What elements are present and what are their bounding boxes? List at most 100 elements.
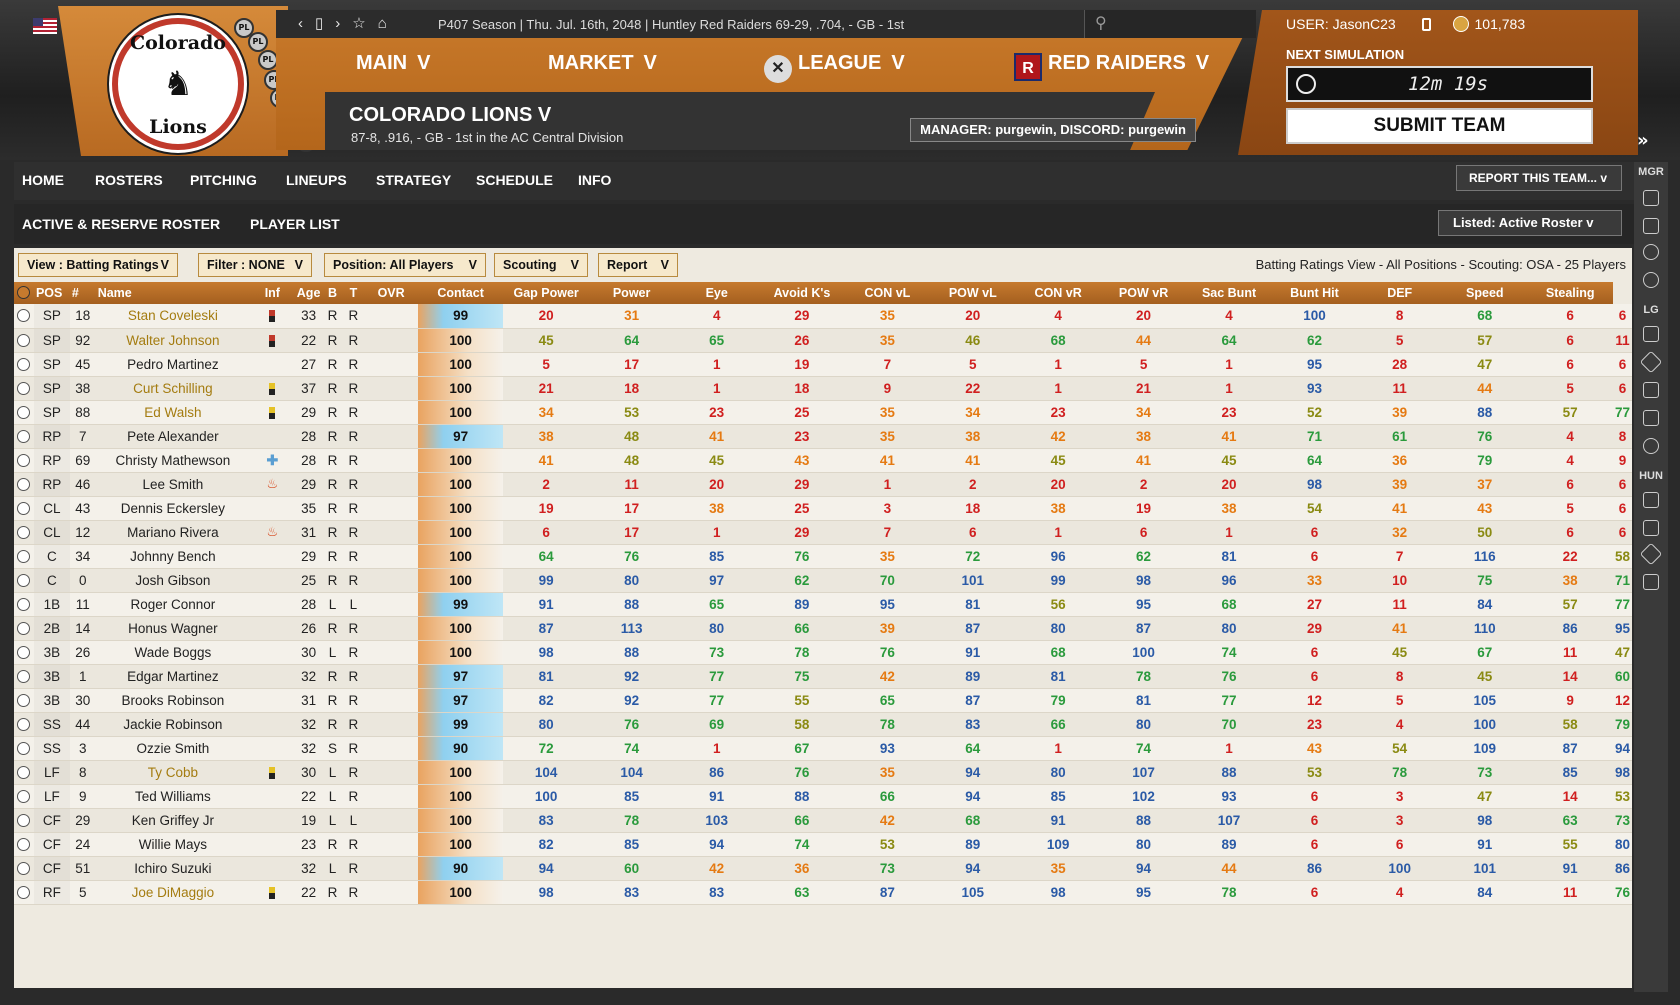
player-name-link[interactable]: Lee Smith [96,472,250,496]
table-row[interactable]: RF 5 Joe DiMaggio 22 R R 100 98 83 83 63 87 105 98 95 7… [14,880,1632,904]
player-name-link[interactable]: Ed Walsh [96,400,250,424]
news-icon[interactable] [1643,382,1659,398]
row-select-radio[interactable] [17,357,31,371]
row-select-radio[interactable] [17,645,31,659]
column-header[interactable]: Age [295,282,323,304]
row-select-radio[interactable] [17,309,31,323]
table-row[interactable]: SS 3 Ozzie Smith 32 S R 90 72 74 1 67 93 64 1 74 1 43 54 1… [14,736,1632,760]
fire-icon[interactable]: ♨ [267,476,279,491]
table-row[interactable]: 3B 30 Brooks Robinson 31 R R 97 82 92 77 55 65 87 79 8… [14,688,1632,712]
column-header[interactable]: Avoid K's [759,282,845,304]
status-bar-icon[interactable] [269,334,276,347]
row-select-radio[interactable] [17,381,31,395]
status-bar-icon[interactable] [269,406,276,419]
column-header[interactable]: Bunt Hit [1272,282,1357,304]
table-row[interactable]: 3B 1 Edgar Martinez 32 R R 97 81 92 77 75 42 89 81 78 7… [14,664,1632,688]
column-header[interactable]: Sac Bunt [1186,282,1272,304]
column-header[interactable]: Name [96,282,250,304]
nav-red-raiders[interactable]: R RED RAIDERS V [1014,52,1209,81]
player-name-link[interactable]: Ted Williams [96,784,250,808]
table-row[interactable]: SP 18 Stan Coveleski 33 R R 99 20 31 4 29 35 20 4 20 4 1… [14,304,1632,328]
tag-icon[interactable] [1639,350,1663,374]
table-row[interactable]: CF 24 Willie Mays 23 R R 100 82 85 94 74 53 89 109 80 8… [14,832,1632,856]
row-select-radio[interactable] [17,861,31,875]
star-icon[interactable]: ☆ [352,15,377,32]
trade-icon[interactable] [1643,574,1659,590]
tab-rosters[interactable]: ROSTERS [95,172,163,188]
row-select-radio[interactable] [17,813,31,827]
nav-main[interactable]: MAIN V [356,52,430,75]
back-icon[interactable]: ‹ [298,15,315,32]
row-select-radio[interactable] [17,453,31,467]
fire-icon[interactable]: ♨ [267,524,279,539]
us-flag-icon[interactable] [33,18,57,34]
home-icon[interactable] [1643,326,1659,342]
table-row[interactable]: LF 9 Ted Williams 22 L R 100 100 85 91 88 66 94 85 102… [14,784,1632,808]
tag-icon[interactable] [1639,542,1663,566]
player-name-link[interactable]: Stan Coveleski [96,304,250,328]
table-row[interactable]: CF 29 Ken Griffey Jr 19 L L 100 83 78 103 66 42 68 91… [14,808,1632,832]
trophy-icon[interactable]: PL [258,50,278,70]
table-row[interactable]: SP 45 Pedro Martinez 27 R R 100 5 17 1 19 7 5 1 5 1 95 28… [14,352,1632,376]
chart-icon[interactable] [1643,410,1659,426]
tab-info[interactable]: INFO [578,172,611,188]
player-name-link[interactable]: Edgar Martinez [96,664,250,688]
mail-icon[interactable] [1643,218,1659,234]
search-icon[interactable]: ⚲ [1095,13,1107,32]
player-name-link[interactable]: Ichiro Suzuki [96,856,250,880]
tab-strategy[interactable]: STRATEGY [376,172,451,188]
column-header[interactable]: DEF [1357,282,1442,304]
column-header[interactable]: POW vL [930,282,1015,304]
home-icon[interactable] [1643,492,1659,508]
status-bar-icon[interactable] [269,886,276,899]
search-box[interactable]: ⚲ [1084,10,1256,38]
table-row[interactable]: SS 44 Jackie Robinson 32 R R 99 80 76 69 58 78 83 66 8… [14,712,1632,736]
status-bar-icon[interactable] [269,310,276,323]
column-header[interactable]: Contact [418,282,503,304]
expand-icon[interactable]: » [1637,130,1649,151]
view-dropdown[interactable]: View : Batting Ratings V [18,253,178,277]
table-row[interactable]: RP 69 Christy Mathewson ✚ 28 R R 100 41 48 45 43 41 4… [14,448,1632,472]
row-select-radio[interactable] [17,573,31,587]
column-header[interactable]: POS [34,282,70,304]
table-row[interactable]: RP 7 Pete Alexander 28 R R 97 38 48 41 23 35 38 42 38 4… [14,424,1632,448]
medical-icon[interactable]: ✚ [266,452,278,468]
report-team-button[interactable]: REPORT THIS TEAM... v [1456,165,1622,191]
table-row[interactable]: SP 92 Walter Johnson 22 R R 100 45 64 65 26 35 46 68 4… [14,328,1632,352]
row-select-radio[interactable] [17,837,31,851]
table-row[interactable]: RP 46 Lee Smith ♨ 29 R R 100 2 11 20 29 1 2 20 2 20 98 39 3… [14,472,1632,496]
row-select-radio[interactable] [17,717,31,731]
player-name-link[interactable]: Jackie Robinson [96,712,250,736]
player-name-link[interactable]: Pete Alexander [96,424,250,448]
player-name-link[interactable]: Wade Boggs [96,640,250,664]
row-select-radio[interactable] [17,621,31,635]
player-name-link[interactable]: Brooks Robinson [96,688,250,712]
column-header[interactable]: Eye [674,282,759,304]
row-select-radio[interactable] [17,477,31,491]
table-row[interactable]: 2B 14 Honus Wagner 26 R R 100 87 113 80 66 39 87 80 87… [14,616,1632,640]
select-all-radio[interactable] [17,286,31,299]
player-name-link[interactable]: Christy Mathewson [96,448,250,472]
trophy-icon[interactable]: PL [248,32,268,52]
row-select-radio[interactable] [17,525,31,539]
table-row[interactable]: CF 51 Ichiro Suzuki 32 L R 90 94 60 42 36 73 94 35 94 4… [14,856,1632,880]
table-row[interactable]: CL 12 Mariano Rivera ♨ 31 R R 100 6 17 1 29 7 6 1 6 1 6 32… [14,520,1632,544]
gear-icon[interactable] [1643,272,1659,288]
team-name[interactable]: COLORADO LIONS V [349,104,551,127]
device-icon[interactable] [1421,18,1431,31]
row-select-radio[interactable] [17,597,31,611]
player-name-link[interactable]: Mariano Rivera [96,520,250,544]
player-name-link[interactable]: Johnny Bench [96,544,250,568]
player-name-link[interactable]: Ozzie Smith [96,736,250,760]
baseball-icon[interactable] [1643,438,1659,454]
tab-home[interactable]: HOME [22,172,64,188]
forward-icon[interactable]: › [335,15,352,32]
player-name-link[interactable]: Honus Wagner [96,616,250,640]
player-name-link[interactable]: Joe DiMaggio [96,880,250,904]
table-row[interactable]: 1B 11 Roger Connor 28 L L 99 91 88 65 89 95 81 56 95 68… [14,592,1632,616]
row-select-radio[interactable] [17,765,31,779]
tab-pitching[interactable]: PITCHING [190,172,257,188]
player-name-link[interactable]: Ken Griffey Jr [96,808,250,832]
table-row[interactable]: SP 88 Ed Walsh 29 R R 100 34 53 23 25 35 34 23 34 23 52 3… [14,400,1632,424]
player-name-link[interactable]: Pedro Martinez [96,352,250,376]
